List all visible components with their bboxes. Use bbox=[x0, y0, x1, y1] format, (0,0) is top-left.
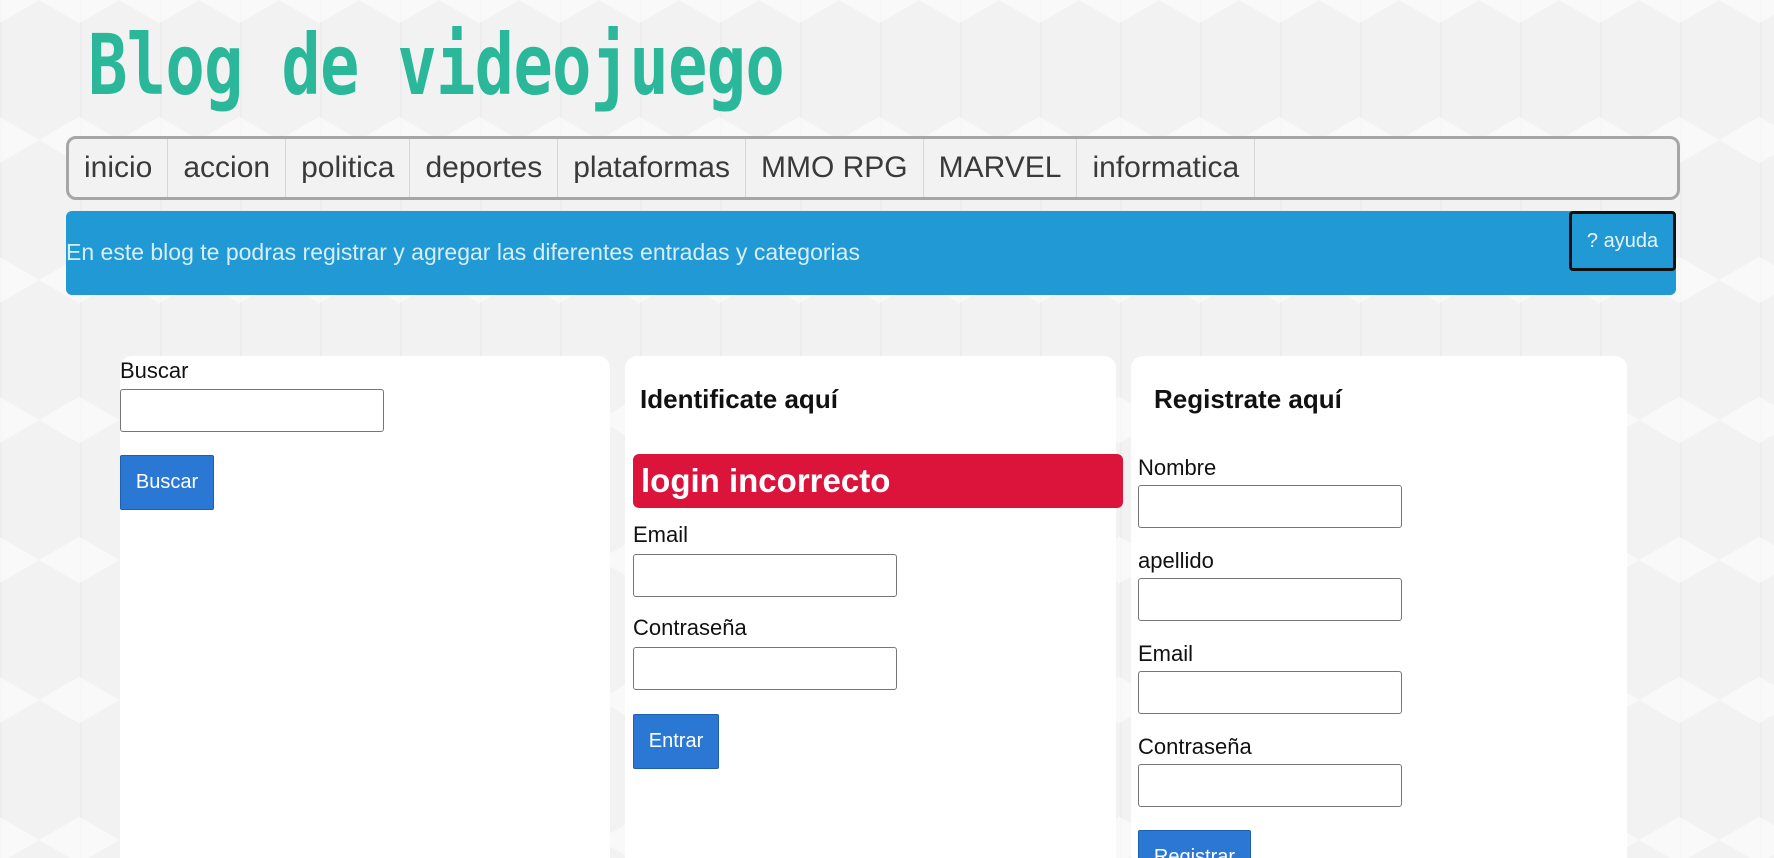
login-password-label: Contraseña bbox=[633, 615, 747, 640]
nav-item-informatica[interactable]: informatica bbox=[1077, 139, 1256, 197]
register-submit-button[interactable]: Registrar bbox=[1138, 830, 1251, 858]
search-panel: Buscar Buscar bbox=[120, 356, 610, 858]
site-title: Blog de videojuego bbox=[88, 16, 785, 114]
banner-text: En este blog te podras registrar y agreg… bbox=[66, 239, 860, 265]
login-email-label: Email bbox=[633, 522, 689, 547]
register-lastname-label: apellido bbox=[1138, 548, 1214, 573]
register-password-label: Contraseña bbox=[1138, 734, 1252, 759]
login-error-message: login incorrecto bbox=[633, 454, 1123, 508]
register-heading: Registrate aquí bbox=[1154, 384, 1342, 414]
register-password-field[interactable] bbox=[1138, 764, 1402, 807]
register-name-field[interactable] bbox=[1138, 485, 1402, 528]
register-panel: Registrate aquí Nombre apellido Email Co… bbox=[1131, 356, 1627, 858]
login-submit-button[interactable]: Entrar bbox=[633, 714, 719, 769]
info-banner: En este blog te podras registrar y agreg… bbox=[66, 211, 1676, 295]
search-label: Buscar bbox=[120, 358, 189, 383]
register-lastname-field[interactable] bbox=[1138, 578, 1402, 621]
nav-item-marvel[interactable]: MARVEL bbox=[924, 139, 1078, 197]
register-email-field[interactable] bbox=[1138, 671, 1402, 714]
login-email-field[interactable] bbox=[633, 554, 897, 597]
search-input[interactable] bbox=[120, 389, 384, 432]
nav-item-politica[interactable]: politica bbox=[286, 139, 411, 197]
search-button[interactable]: Buscar bbox=[120, 455, 214, 510]
nav-item-plataformas[interactable]: plataformas bbox=[558, 139, 746, 197]
login-password-field[interactable] bbox=[633, 647, 897, 690]
main-nav: inicio accion politica deportes platafor… bbox=[66, 136, 1680, 200]
nav-item-inicio[interactable]: inicio bbox=[69, 139, 169, 197]
register-email-label: Email bbox=[1138, 641, 1194, 666]
login-heading: Identificate aquí bbox=[640, 384, 838, 414]
nav-item-deportes[interactable]: deportes bbox=[410, 139, 559, 197]
nav-item-mmo-rpg[interactable]: MMO RPG bbox=[746, 139, 924, 197]
help-button[interactable]: ? ayuda bbox=[1569, 211, 1676, 271]
register-name-label: Nombre bbox=[1138, 455, 1217, 480]
nav-item-accion[interactable]: accion bbox=[168, 139, 287, 197]
login-panel: Identificate aquí login incorrecto Email… bbox=[625, 356, 1123, 858]
